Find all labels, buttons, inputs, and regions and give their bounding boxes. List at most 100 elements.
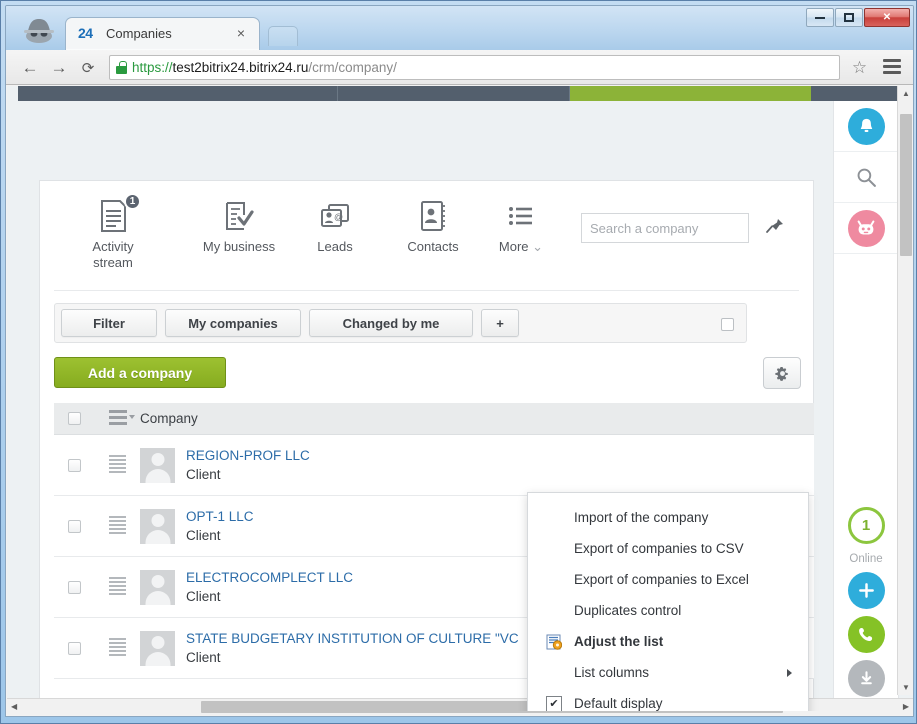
row-handle-cell xyxy=(95,516,140,536)
menu-item-list-columns[interactable]: List columns xyxy=(528,657,808,688)
tab-favicon: 24 xyxy=(78,25,93,41)
forward-icon[interactable]: → xyxy=(47,56,71,80)
tab-title: Companies xyxy=(106,26,172,41)
company-name-link[interactable]: REGION-PROF LLC xyxy=(186,446,310,465)
filter-button[interactable]: Filter xyxy=(61,309,157,337)
url-path: /crm/company/ xyxy=(308,60,397,75)
navbar-segment-3[interactable] xyxy=(811,86,898,101)
browser-toolbar: ← → ⟳ https://test2bitrix24.bitrix24.ru/… xyxy=(6,50,913,85)
table-row[interactable]: REGION-PROF LLC Client xyxy=(54,435,814,496)
crm-more-label: More xyxy=(499,239,529,254)
menu-item-import-company[interactable]: Import of the company xyxy=(528,502,808,533)
sidebar-item-notifications[interactable] xyxy=(834,101,898,152)
row-menu-icon[interactable] xyxy=(109,638,126,658)
online-counter[interactable]: 1 xyxy=(848,507,885,544)
scroll-up-icon[interactable]: ▲ xyxy=(902,89,910,98)
add-filter-button[interactable]: + xyxy=(481,309,519,337)
company-type: Client xyxy=(186,526,254,545)
window-maximize-button[interactable] xyxy=(835,8,863,27)
row-checkbox[interactable] xyxy=(68,642,81,655)
window-controls: ✕ xyxy=(805,8,910,27)
row-handle-cell xyxy=(95,638,140,658)
vertical-scroll-thumb[interactable] xyxy=(900,114,912,256)
window-minimize-button[interactable] xyxy=(806,8,834,27)
search-input[interactable] xyxy=(590,221,766,236)
row-menu-icon[interactable] xyxy=(109,516,126,536)
avatar xyxy=(140,570,175,605)
my-companies-button[interactable]: My companies xyxy=(165,309,301,337)
menu-item-default-display[interactable]: ✔ Default display xyxy=(528,688,808,711)
company-name-link[interactable]: STATE BUDGETARY INSTITUTION OF CULTURE "… xyxy=(186,629,519,648)
search-company-box[interactable] xyxy=(581,213,749,243)
crm-item-label: Leads xyxy=(289,239,381,255)
contacts-icon xyxy=(387,197,479,235)
add-company-button[interactable]: Add a company xyxy=(54,357,226,388)
menu-item-export-excel[interactable]: Export of companies to Excel xyxy=(528,564,808,595)
list-settings-menu: Import of the company Export of companie… xyxy=(527,492,809,711)
submenu-arrow-icon xyxy=(787,669,792,677)
company-type: Client xyxy=(186,465,310,484)
window-close-button[interactable]: ✕ xyxy=(864,8,910,27)
row-menu-icon[interactable] xyxy=(109,577,126,597)
plus-icon[interactable] xyxy=(848,572,885,609)
download-icon[interactable] xyxy=(848,660,885,697)
navbar-segment-1[interactable] xyxy=(18,86,338,101)
menu-item-label: Import of the company xyxy=(574,510,708,525)
changed-by-me-button[interactable]: Changed by me xyxy=(309,309,473,337)
pin-icon[interactable] xyxy=(765,217,785,239)
adjust-list-icon xyxy=(546,634,562,650)
company-name-link[interactable]: ELECTROCOMPLECT LLC xyxy=(186,568,353,587)
company-column-label: Company xyxy=(140,411,198,426)
bell-icon xyxy=(848,108,885,145)
menu-item-adjust-the-list[interactable]: Adjust the list xyxy=(528,626,808,657)
scroll-right-icon[interactable]: ▶ xyxy=(903,702,909,711)
row-checkbox[interactable] xyxy=(68,581,81,594)
menu-item-label: Export of companies to CSV xyxy=(574,541,744,556)
tab-strip: 24 Companies × ✕ xyxy=(6,6,913,50)
bookmark-star-icon[interactable]: ☆ xyxy=(850,58,869,77)
row-select-cell xyxy=(54,459,95,472)
phone-icon[interactable] xyxy=(848,616,885,653)
scroll-left-icon[interactable]: ◀ xyxy=(11,702,17,711)
sidebar-bottom-stack: 1 Online xyxy=(834,507,898,697)
company-name-link[interactable]: OPT-1 LLC xyxy=(186,507,254,526)
gear-icon xyxy=(775,366,790,381)
vertical-scrollbar[interactable]: ▲ ▼ xyxy=(897,86,913,695)
address-bar[interactable]: https://test2bitrix24.bitrix24.ru/crm/co… xyxy=(109,55,840,80)
crm-item-my-business[interactable]: My business xyxy=(193,197,285,255)
company-type: Client xyxy=(186,648,519,667)
back-icon[interactable]: ← xyxy=(18,56,42,80)
crm-item-leads[interactable]: @ Leads xyxy=(289,197,381,255)
row-actions-icon[interactable] xyxy=(109,410,127,428)
sidebar-item-search[interactable] xyxy=(834,152,898,203)
row-select-cell xyxy=(54,581,95,594)
scroll-down-icon[interactable]: ▼ xyxy=(902,683,910,692)
crm-item-activity-stream[interactable]: 1 Activitystream xyxy=(67,197,159,271)
browser-tab[interactable]: 24 Companies × xyxy=(65,17,260,50)
row-content: REGION-PROF LLC Client xyxy=(140,446,814,484)
list-settings-button[interactable] xyxy=(763,357,801,389)
crm-item-contacts[interactable]: Contacts xyxy=(387,197,479,255)
company-column-header[interactable]: Company xyxy=(140,411,814,426)
activity-badge: 1 xyxy=(124,193,141,210)
checkbox-checked-icon[interactable]: ✔ xyxy=(546,696,562,712)
select-all-checkbox[interactable] xyxy=(68,412,81,425)
chevron-down-icon: ⌄ xyxy=(532,239,543,254)
more-list-icon xyxy=(475,197,567,235)
tab-close-icon[interactable]: × xyxy=(237,25,245,41)
row-checkbox[interactable] xyxy=(68,520,81,533)
filter-toggle-checkbox[interactable] xyxy=(721,318,734,331)
company-type: Client xyxy=(186,587,353,606)
crm-item-more[interactable]: More ⌄ xyxy=(475,197,567,255)
sidebar-item-bot[interactable] xyxy=(834,203,898,254)
menu-item-export-csv[interactable]: Export of companies to CSV xyxy=(528,533,808,564)
navbar-segment-2[interactable] xyxy=(338,86,570,101)
menu-item-duplicates-control[interactable]: Duplicates control xyxy=(528,595,808,626)
row-checkbox[interactable] xyxy=(68,459,81,472)
row-menu-icon[interactable] xyxy=(109,455,126,475)
navbar-segment-active[interactable] xyxy=(570,86,811,101)
robot-avatar-icon xyxy=(848,210,885,247)
reload-icon[interactable]: ⟳ xyxy=(76,56,100,80)
new-tab-button[interactable] xyxy=(268,26,298,46)
chrome-menu-icon[interactable] xyxy=(883,59,901,75)
